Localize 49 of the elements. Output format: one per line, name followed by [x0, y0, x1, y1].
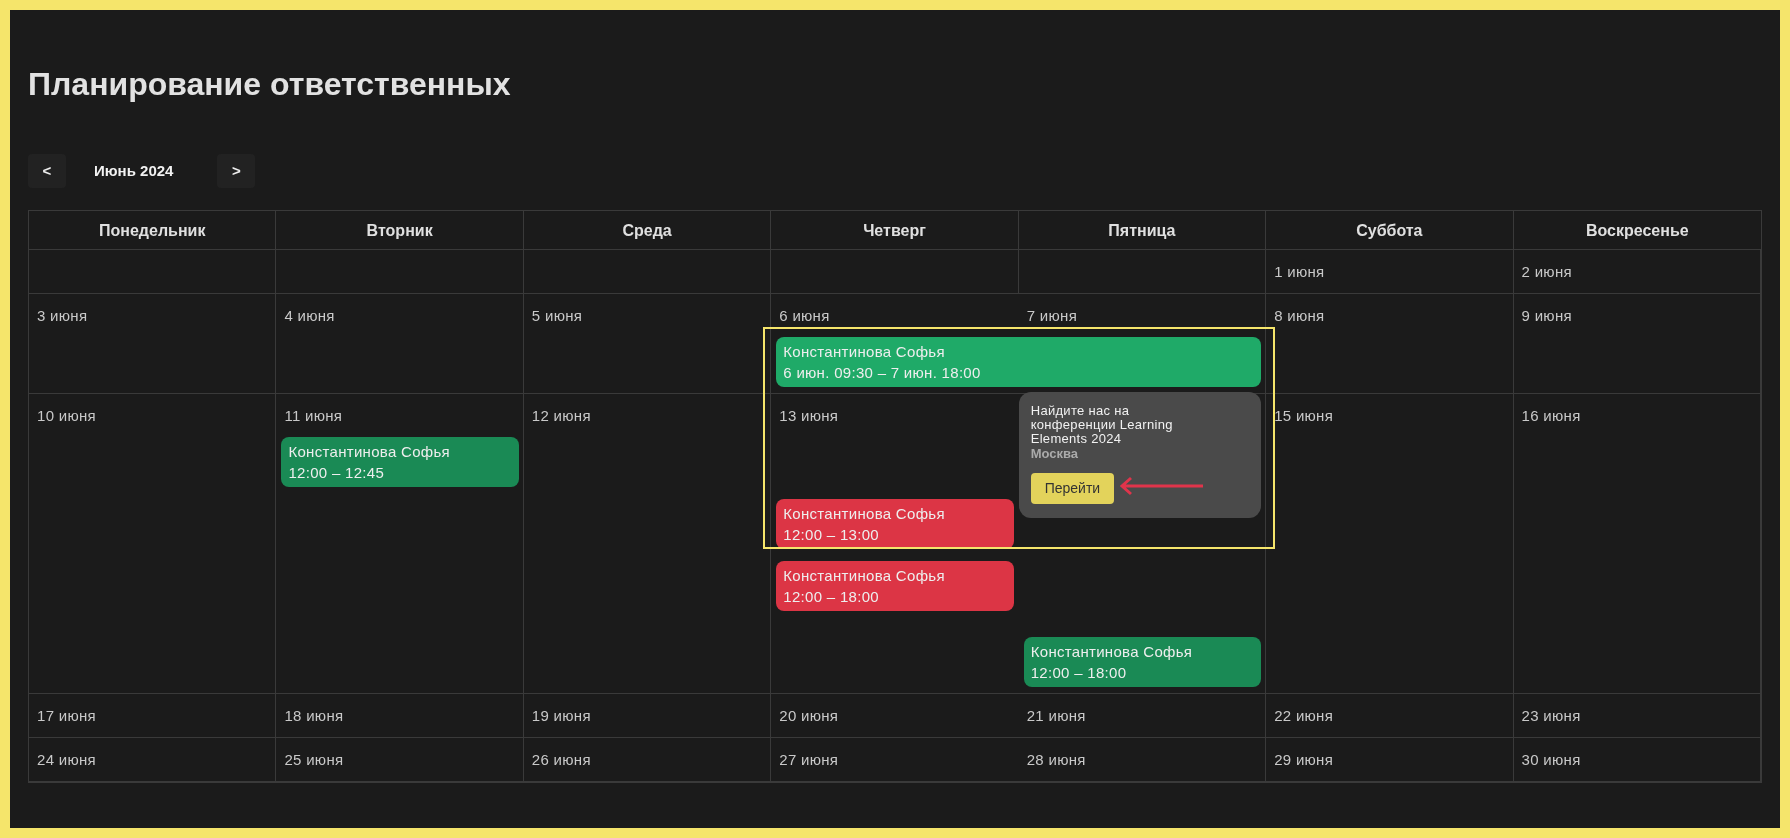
arrow-icon: [1118, 476, 1203, 496]
day-number: 17 июня: [36, 706, 97, 726]
next-month-button[interactable]: >: [217, 154, 256, 188]
weekday-header: Воскресенье: [1513, 211, 1761, 250]
day-number: 2 июня: [1520, 262, 1573, 282]
weekday-header: Суббота: [1266, 211, 1514, 250]
day-number: 27 июня: [778, 750, 840, 770]
day-number: 24 июня: [36, 750, 97, 770]
weekday-header: Вторник: [276, 211, 524, 250]
day-number: 15 июня: [1273, 406, 1335, 426]
popover-title: Найдите нас на конференции Learning Elements 2024: [1030, 404, 1174, 446]
calendar-event[interactable]: Константинова Софья 12:00 – 18:00: [1023, 637, 1262, 687]
popover-location: Москва: [1030, 446, 1080, 461]
day-number: 20 июня: [778, 706, 840, 726]
day-number: 26 июня: [530, 750, 592, 770]
day-number: 5 июня: [530, 306, 584, 326]
day-number: 13 июня: [778, 406, 840, 426]
day-number: 6 июня: [778, 306, 831, 326]
day-number: 28 июня: [1025, 750, 1087, 770]
day-number: 22 июня: [1273, 706, 1335, 726]
day-number: 11 июня: [283, 406, 344, 426]
day-number: 3 июня: [36, 306, 89, 326]
page-title: Планирование ответственных: [28, 65, 512, 104]
previous-month-button[interactable]: <: [28, 154, 66, 188]
day-number: 12 июня: [530, 406, 592, 426]
day-number: 30 июня: [1520, 750, 1582, 770]
calendar-event[interactable]: Константинова Софья 12:00 – 18:00: [776, 561, 1014, 611]
day-number: 7 июня: [1025, 306, 1079, 326]
month-label: Июнь 2024: [93, 160, 175, 181]
day-number: 8 июня: [1273, 306, 1326, 326]
calendar-event[interactable]: Константинова Софья 12:00 – 12:45: [281, 437, 519, 487]
day-number: 19 июня: [530, 706, 592, 726]
day-number: 21 июня: [1025, 706, 1087, 726]
day-number: 10 июня: [36, 406, 97, 426]
day-number: 18 июня: [283, 706, 345, 726]
day-number: 16 июня: [1520, 406, 1582, 426]
day-number: 23 июня: [1520, 706, 1582, 726]
weekday-header: Четверг: [771, 211, 1019, 250]
weekday-header: Среда: [523, 211, 772, 250]
go-button[interactable]: Перейти: [1030, 473, 1115, 504]
day-number: 29 июня: [1273, 750, 1335, 770]
day-number: 1 июня: [1273, 262, 1326, 282]
weekday-header: Пятница: [1018, 211, 1267, 250]
day-number: 4 июня: [283, 306, 336, 326]
multi-day-event[interactable]: Константинова Софья 6 июн. 09:30 – 7 июн. 18:00: [776, 337, 1262, 387]
day-number: 9 июня: [1520, 306, 1573, 326]
day-number: 25 июня: [283, 750, 345, 770]
calendar-event[interactable]: Константинова Софья 12:00 – 13:00: [776, 499, 1014, 549]
weekday-header: Понедельник: [29, 211, 277, 250]
